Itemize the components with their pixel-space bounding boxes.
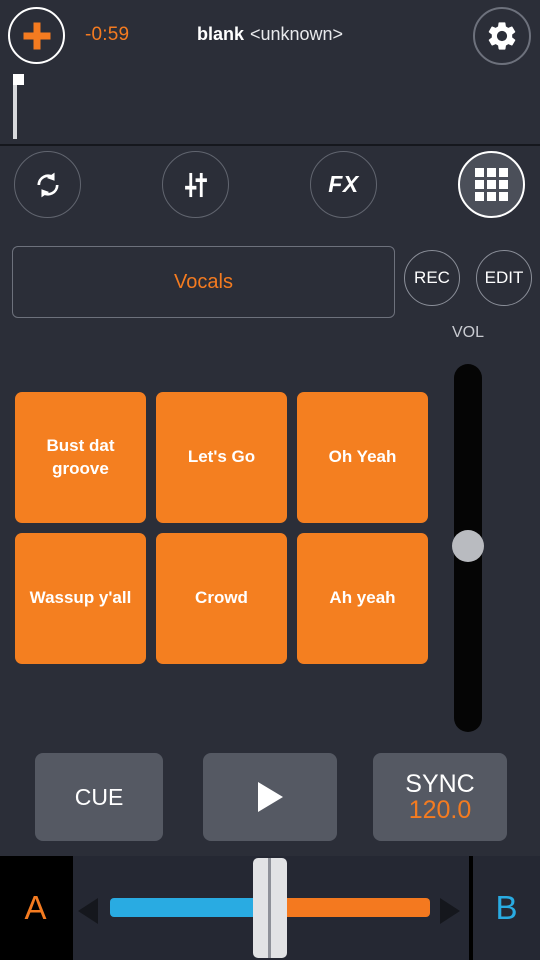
track-title: blank <unknown> — [0, 24, 540, 45]
crossfader-thumb-line — [268, 858, 271, 958]
mode-toolbar: FX — [0, 148, 540, 238]
sample-pad-grid: Bust dat groove Let's Go Oh Yeah Wassup … — [15, 392, 429, 674]
volume-slider-thumb[interactable] — [452, 530, 484, 562]
bank-name-field[interactable]: Vocals — [12, 246, 395, 318]
deck-a-button[interactable]: A — [0, 856, 71, 960]
bank-row: Vocals REC EDIT — [0, 246, 540, 318]
crossfader-track-a[interactable] — [110, 898, 270, 917]
transport-controls: CUE SYNC 120.0 — [0, 753, 540, 843]
deck-b-button[interactable]: B — [473, 856, 540, 960]
sample-pad[interactable]: Wassup y'all — [15, 533, 146, 664]
crossfader-left-arrow-icon[interactable] — [78, 898, 98, 924]
edit-button[interactable]: EDIT — [476, 250, 532, 306]
record-button[interactable]: REC — [404, 250, 460, 306]
loop-arrows-icon — [36, 172, 59, 197]
crossfader-track-b[interactable] — [270, 898, 430, 917]
track-artist: <unknown> — [249, 24, 344, 44]
volume-label: VOL — [451, 324, 484, 341]
sync-label: SYNC — [405, 769, 475, 798]
sync-button[interactable]: SYNC 120.0 — [373, 753, 507, 841]
mode-button-pads[interactable] — [458, 151, 525, 218]
mode-button-loop[interactable] — [14, 151, 81, 218]
mode-button-eq[interactable] — [162, 151, 229, 218]
fx-label: FX — [328, 171, 359, 197]
playhead-flag-icon — [13, 74, 24, 85]
waveform-display[interactable] — [0, 72, 540, 146]
top-bar: -0:59 blank <unknown> — [0, 0, 540, 134]
mode-button-fx[interactable]: FX — [310, 151, 377, 218]
grid-icon — [475, 168, 508, 201]
cue-button[interactable]: CUE — [35, 753, 163, 841]
sample-pad[interactable]: Oh Yeah — [297, 392, 428, 523]
sample-pad[interactable]: Let's Go — [156, 392, 287, 523]
sample-pad[interactable]: Bust dat groove — [15, 392, 146, 523]
track-name: blank — [196, 24, 244, 44]
sample-pad[interactable]: Ah yeah — [297, 533, 428, 664]
sample-pad[interactable]: Crowd — [156, 533, 287, 664]
settings-button[interactable] — [473, 7, 531, 65]
gear-icon — [488, 22, 516, 50]
play-icon — [257, 782, 283, 812]
bpm-value: 120.0 — [408, 796, 472, 824]
crossfader-right-arrow-icon[interactable] — [440, 898, 460, 924]
dj-app-screen: -0:59 blank <unknown> FX Vocals REC EDIT… — [0, 0, 540, 960]
play-button[interactable] — [203, 753, 337, 841]
sliders-icon — [184, 172, 207, 197]
